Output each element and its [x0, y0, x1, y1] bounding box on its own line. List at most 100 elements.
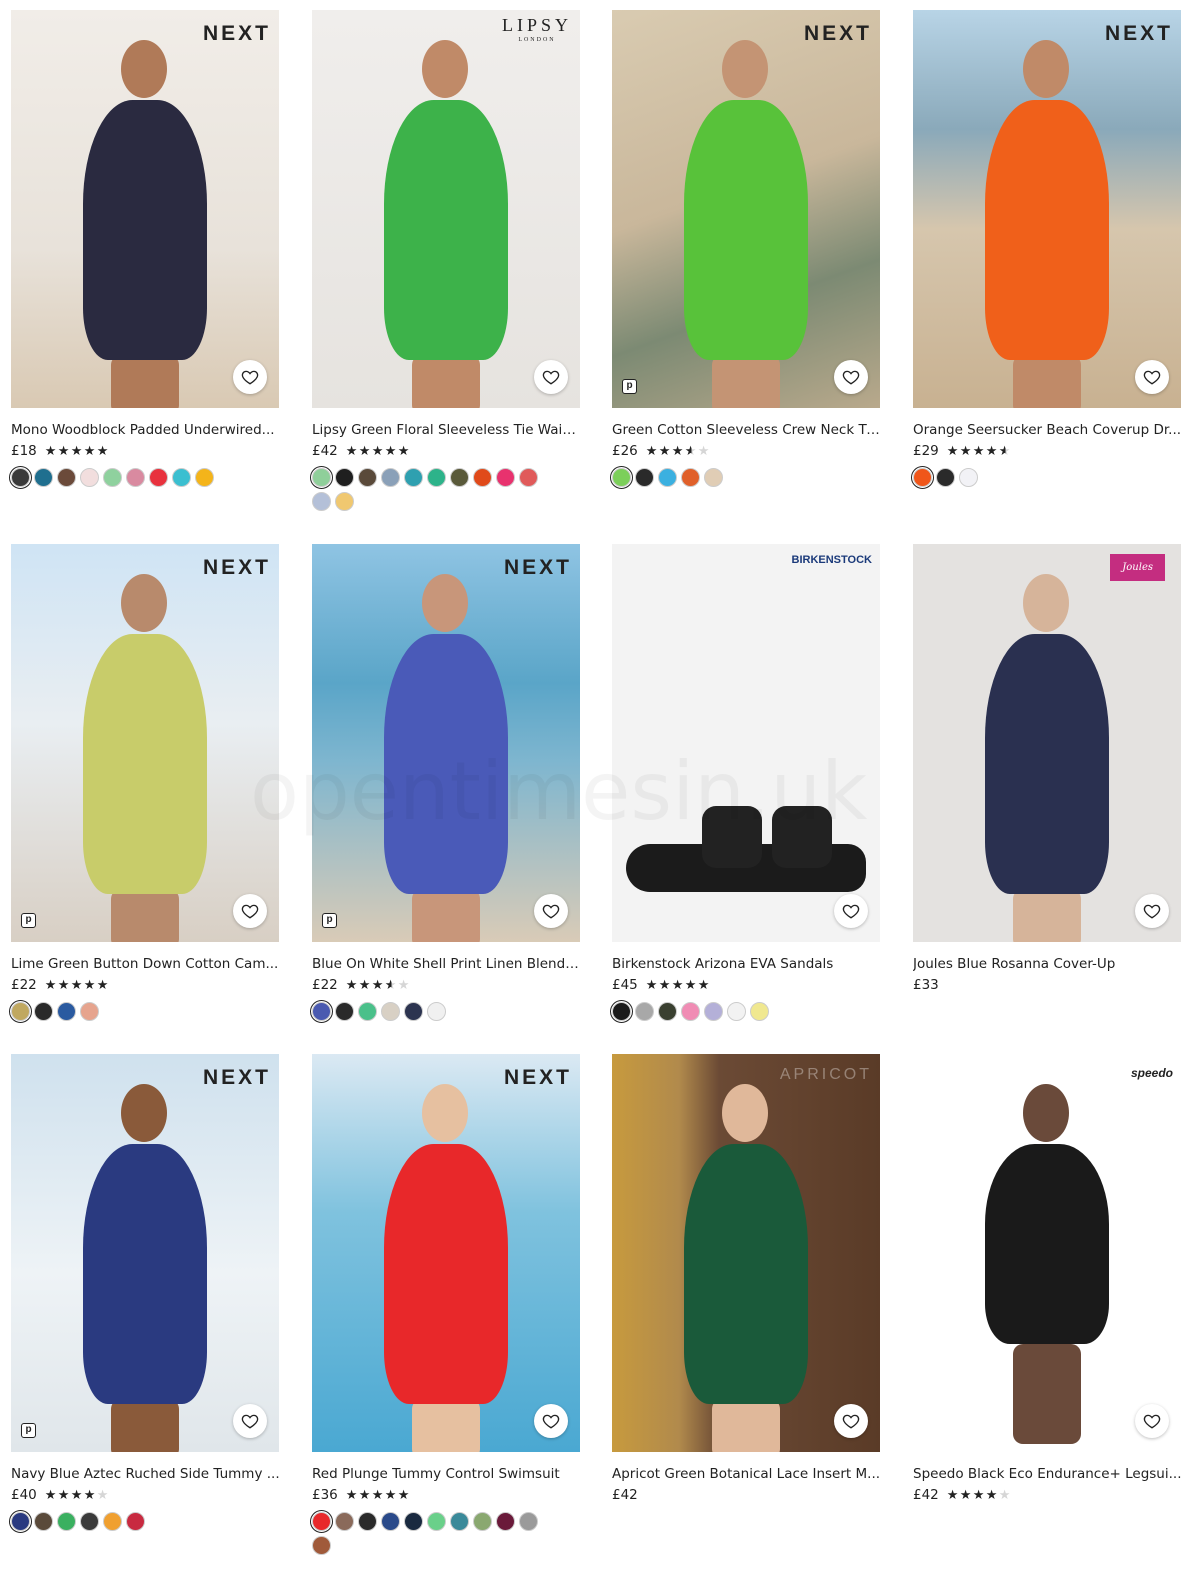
product-image[interactable]: BIRKENSTOCK	[612, 544, 880, 942]
colour-swatch[interactable]	[195, 468, 214, 487]
colour-swatch[interactable]	[310, 1510, 333, 1533]
colour-swatch[interactable]	[936, 468, 955, 487]
product-image[interactable]: NEXT p	[612, 10, 880, 408]
favourite-heart-icon[interactable]	[1135, 360, 1169, 394]
product-image[interactable]: NEXT	[913, 10, 1181, 408]
colour-swatch[interactable]	[335, 492, 354, 511]
product-card[interactable]: NEXT p Lime Green Button Down Cotton Cam..…	[9, 544, 283, 1024]
colour-swatch[interactable]	[310, 466, 333, 489]
colour-swatch[interactable]	[658, 1002, 677, 1021]
colour-swatch[interactable]	[911, 466, 934, 489]
colour-swatch[interactable]	[450, 468, 469, 487]
colour-swatch[interactable]	[658, 468, 677, 487]
product-card[interactable]: APRICOT Apricot Green Botanical Lace Inse…	[612, 1054, 884, 1504]
colour-swatch[interactable]	[427, 468, 446, 487]
colour-swatch[interactable]	[80, 468, 99, 487]
colour-swatch[interactable]	[427, 1512, 446, 1531]
colour-swatch[interactable]	[496, 468, 515, 487]
colour-swatch[interactable]	[34, 468, 53, 487]
product-image[interactable]: NEXT	[312, 1054, 580, 1452]
favourite-heart-icon[interactable]	[534, 894, 568, 928]
colour-swatch[interactable]	[610, 466, 633, 489]
colour-swatch[interactable]	[750, 1002, 769, 1021]
favourite-heart-icon[interactable]	[834, 1404, 868, 1438]
product-image[interactable]: Joules	[913, 544, 1181, 942]
colour-swatch[interactable]	[80, 1002, 99, 1021]
product-title[interactable]: Speedo Black Eco Endurance+ Legsui...	[913, 1466, 1183, 1482]
colour-swatch[interactable]	[57, 1002, 76, 1021]
colour-swatch[interactable]	[335, 468, 354, 487]
colour-swatch[interactable]	[727, 1002, 746, 1021]
colour-swatch[interactable]	[358, 1512, 377, 1531]
product-title[interactable]: Blue On White Shell Print Linen Blend R.…	[312, 956, 582, 972]
colour-swatch[interactable]	[381, 468, 400, 487]
product-card[interactable]: BIRKENSTOCK Birkenstock Arizona EVA Sanda…	[610, 544, 884, 1024]
colour-swatch[interactable]	[381, 1002, 400, 1021]
colour-swatch[interactable]	[9, 466, 32, 489]
product-title[interactable]: Navy Blue Aztec Ruched Side Tummy ...	[11, 1466, 281, 1482]
product-title[interactable]: Green Cotton Sleeveless Crew Neck Ti...	[612, 422, 882, 438]
colour-swatch[interactable]	[9, 1000, 32, 1023]
colour-swatch[interactable]	[80, 1512, 99, 1531]
colour-swatch[interactable]	[381, 1512, 400, 1531]
colour-swatch[interactable]	[473, 468, 492, 487]
colour-swatch[interactable]	[335, 1002, 354, 1021]
product-title[interactable]: Red Plunge Tummy Control Swimsuit	[312, 1466, 582, 1482]
product-card[interactable]: NEXT Mono Woodblock Padded Underwired... £…	[9, 10, 283, 490]
favourite-heart-icon[interactable]	[233, 360, 267, 394]
product-image[interactable]: NEXT p	[11, 1054, 279, 1452]
product-title[interactable]: Mono Woodblock Padded Underwired...	[11, 422, 281, 438]
colour-swatch[interactable]	[310, 1000, 333, 1023]
favourite-heart-icon[interactable]	[233, 1404, 267, 1438]
colour-swatch[interactable]	[149, 468, 168, 487]
colour-swatch[interactable]	[312, 1536, 331, 1555]
colour-swatch[interactable]	[172, 468, 191, 487]
favourite-heart-icon[interactable]	[534, 360, 568, 394]
favourite-heart-icon[interactable]	[233, 894, 267, 928]
product-title[interactable]: Apricot Green Botanical Lace Insert M...	[612, 1466, 882, 1482]
colour-swatch[interactable]	[519, 1512, 538, 1531]
colour-swatch[interactable]	[103, 468, 122, 487]
colour-swatch[interactable]	[335, 1512, 354, 1531]
colour-swatch[interactable]	[450, 1512, 469, 1531]
favourite-heart-icon[interactable]	[1135, 1404, 1169, 1438]
product-card[interactable]: NEXT Orange Seersucker Beach Coverup Dr..…	[911, 10, 1185, 490]
product-card[interactable]: NEXT p Green Cotton Sleeveless Crew Neck T…	[610, 10, 884, 490]
colour-swatch[interactable]	[57, 468, 76, 487]
colour-swatch[interactable]	[126, 1512, 145, 1531]
colour-swatch[interactable]	[9, 1510, 32, 1533]
product-card[interactable]: speedo Speedo Black Eco Endurance+ Legsui…	[913, 1054, 1185, 1504]
product-title[interactable]: Joules Blue Rosanna Cover-Up	[913, 956, 1183, 972]
colour-swatch[interactable]	[519, 468, 538, 487]
product-image[interactable]: NEXT	[11, 10, 279, 408]
colour-swatch[interactable]	[404, 468, 423, 487]
colour-swatch[interactable]	[496, 1512, 515, 1531]
colour-swatch[interactable]	[57, 1512, 76, 1531]
colour-swatch[interactable]	[681, 1002, 700, 1021]
colour-swatch[interactable]	[427, 1002, 446, 1021]
colour-swatch[interactable]	[126, 468, 145, 487]
favourite-heart-icon[interactable]	[1135, 894, 1169, 928]
favourite-heart-icon[interactable]	[534, 1404, 568, 1438]
product-image[interactable]: NEXT p	[312, 544, 580, 942]
product-image[interactable]: NEXT p	[11, 544, 279, 942]
colour-swatch[interactable]	[34, 1002, 53, 1021]
colour-swatch[interactable]	[312, 492, 331, 511]
colour-swatch[interactable]	[473, 1512, 492, 1531]
colour-swatch[interactable]	[681, 468, 700, 487]
colour-swatch[interactable]	[34, 1512, 53, 1531]
colour-swatch[interactable]	[610, 1000, 633, 1023]
colour-swatch[interactable]	[358, 1002, 377, 1021]
favourite-heart-icon[interactable]	[834, 894, 868, 928]
product-card[interactable]: NEXT p Navy Blue Aztec Ruched Side Tummy .…	[9, 1054, 283, 1534]
product-card[interactable]: NEXT p Blue On White Shell Print Linen Ble…	[310, 544, 584, 1024]
colour-swatch[interactable]	[103, 1512, 122, 1531]
product-image[interactable]: APRICOT	[612, 1054, 880, 1452]
colour-swatch[interactable]	[404, 1002, 423, 1021]
colour-swatch[interactable]	[404, 1512, 423, 1531]
product-title[interactable]: Birkenstock Arizona EVA Sandals	[612, 956, 882, 972]
colour-swatch[interactable]	[358, 468, 377, 487]
product-title[interactable]: Lipsy Green Floral Sleeveless Tie Wais..…	[312, 422, 582, 438]
colour-swatch[interactable]	[959, 468, 978, 487]
favourite-heart-icon[interactable]	[834, 360, 868, 394]
